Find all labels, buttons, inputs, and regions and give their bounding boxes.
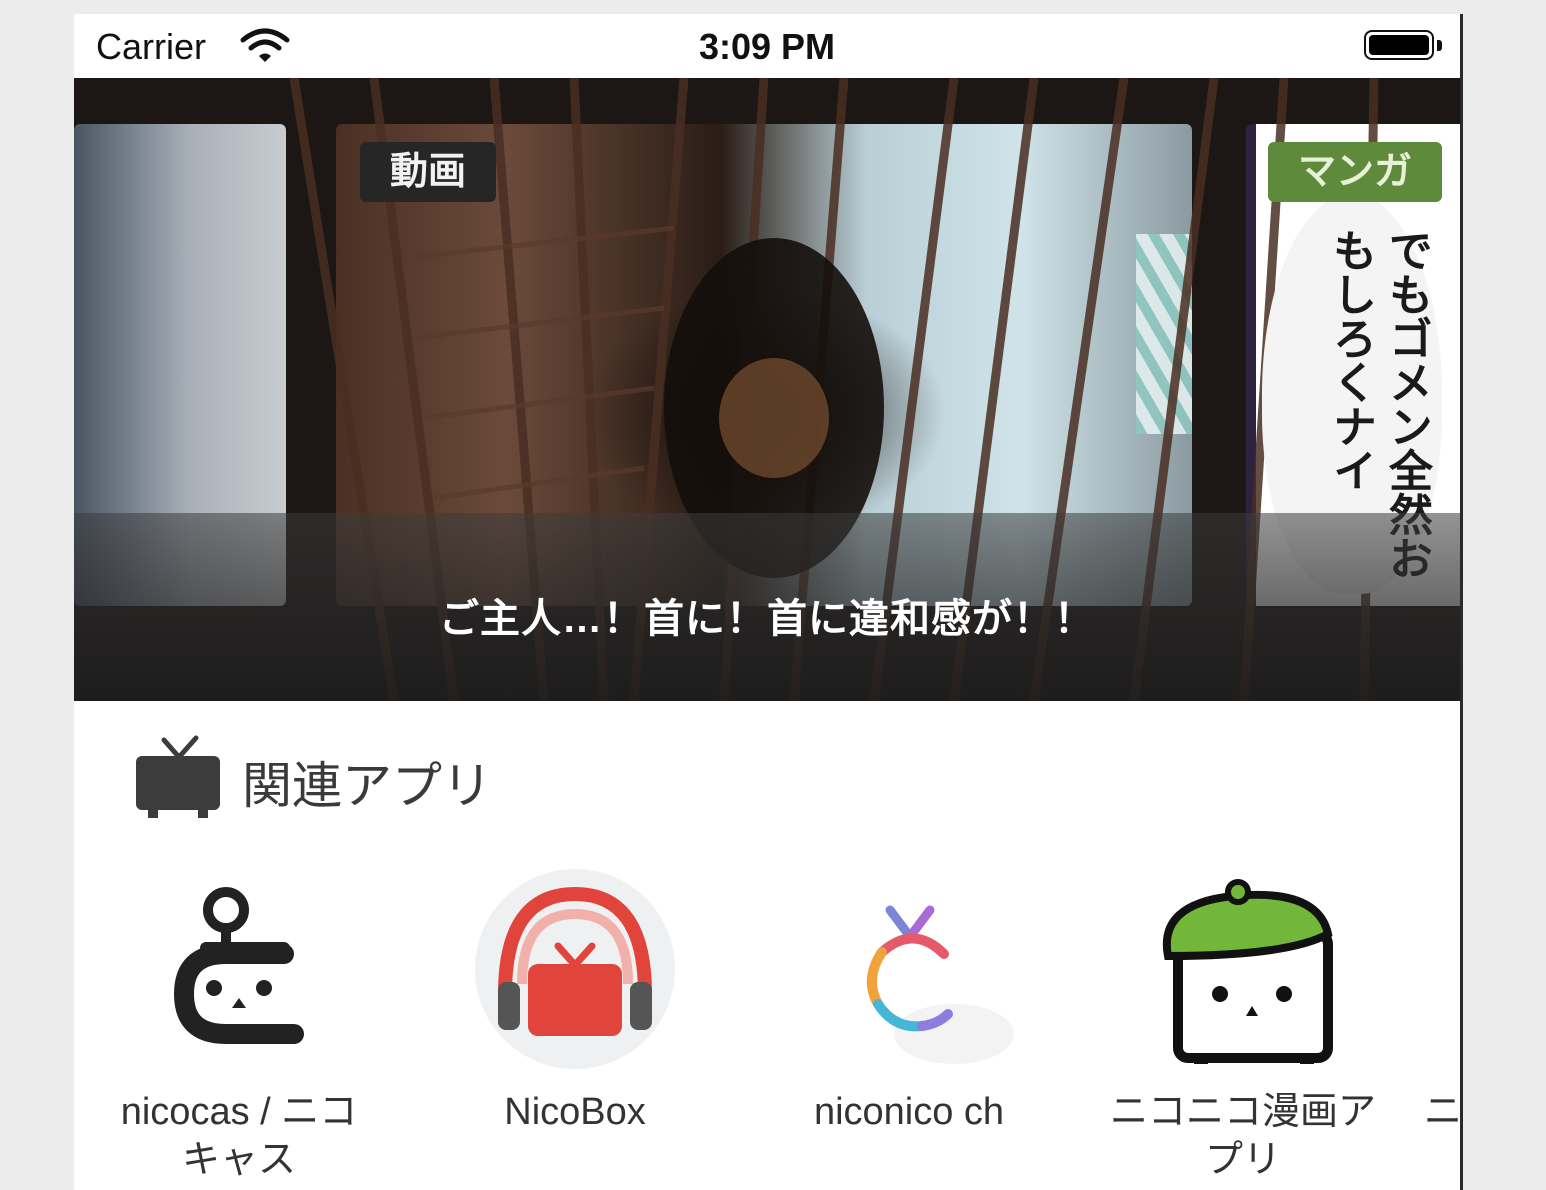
tv-icon <box>136 735 220 818</box>
video-badge: 動画 <box>360 142 497 202</box>
app-label: nicocas / ニコ キャス <box>74 1088 404 1184</box>
related-apps-title: 関連アプリ <box>242 758 492 814</box>
app-item-nicobox[interactable]: NicoBox <box>410 864 740 1136</box>
app-item-niconico-ch[interactable]: niconico ch <box>744 864 1074 1136</box>
app-item-nicocas[interactable]: nicocas / ニコ キャス <box>74 864 404 1184</box>
nicobox-headphones-icon <box>475 869 675 1069</box>
app-label-line1: ニコニコ漫画ア <box>1109 1091 1376 1133</box>
niconico-manga-beret-icon <box>1162 879 1333 1064</box>
phone-screen: Carrier 3:09 PM でもゴメン全然おもしろくナイ 動画 マンガ ご主… <box>74 14 1463 1190</box>
battery-icon <box>1364 30 1442 64</box>
nicocas-robot-icon <box>173 887 304 1044</box>
app-label-line2: プリ <box>1204 1139 1281 1181</box>
app-item-niconico-manga[interactable]: ニコニコ漫画ア プリ <box>1078 864 1408 1184</box>
app-label: ニ <box>1424 1088 1463 1136</box>
app-label: ニコニコ漫画ア プリ <box>1078 1088 1408 1184</box>
niconico-ch-logo-icon <box>867 905 1014 1064</box>
app-label-line2: キャス <box>181 1139 296 1181</box>
app-item-partial[interactable]: ニ <box>1424 864 1463 1136</box>
cushion-image <box>1136 234 1192 434</box>
app-label-line1: ニ <box>1424 1091 1463 1133</box>
featured-carousel[interactable]: でもゴメン全然おもしろくナイ 動画 マンガ ご主人…！首に！首に違和感が！！ <box>74 78 1460 701</box>
app-label-line1: niconico ch <box>813 1091 1005 1133</box>
app-label: niconico ch <box>744 1088 1074 1136</box>
status-bar: Carrier 3:09 PM <box>74 14 1460 78</box>
manga-badge: マンガ <box>1268 142 1443 202</box>
related-apps-list[interactable]: nicocas / ニコ キャス NicoBox niconico ch ニコニ… <box>74 864 1460 1190</box>
app-label-line1: nicocas / ニコ <box>120 1091 358 1133</box>
carousel-caption: ご主人…！首に！首に違和感が！！ <box>439 597 1095 641</box>
app-label-line1: NicoBox <box>504 1091 646 1133</box>
app-label: NicoBox <box>410 1088 740 1136</box>
clock: 3:09 PM <box>698 26 836 67</box>
